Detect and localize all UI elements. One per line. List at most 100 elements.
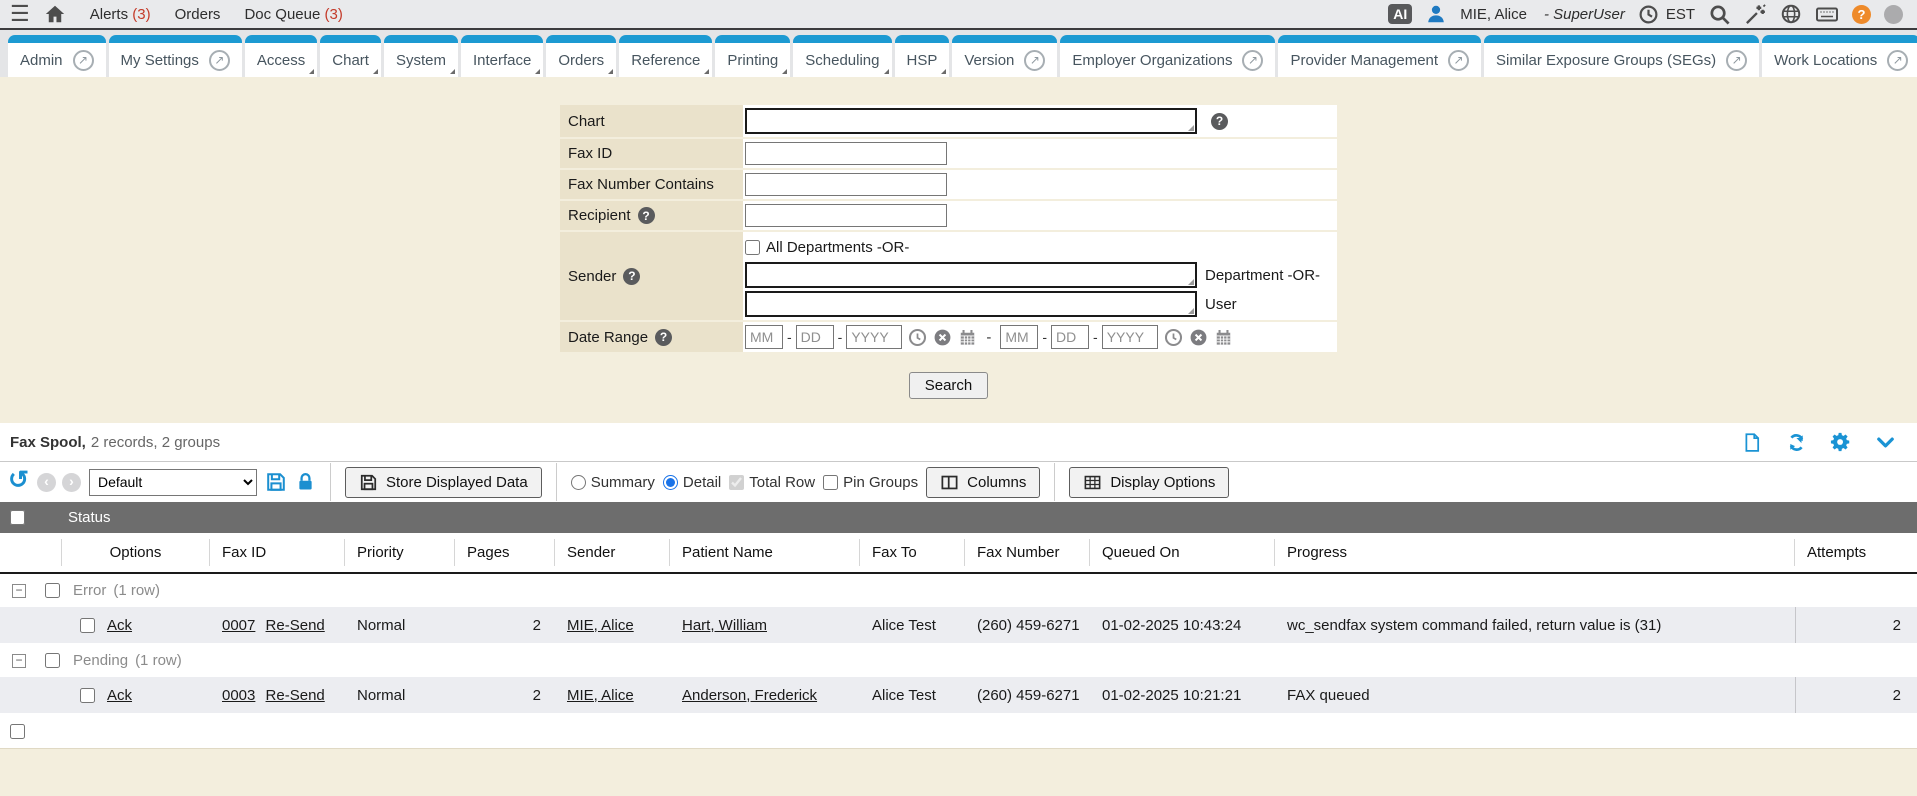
header-fax-number[interactable]: Fax Number bbox=[965, 539, 1090, 566]
tab-employer-organizations[interactable]: Employer Organizations↗ bbox=[1060, 35, 1275, 77]
tab-interface[interactable]: Interface bbox=[461, 35, 543, 77]
external-link-icon[interactable]: ↗ bbox=[73, 50, 94, 71]
end-day-input[interactable] bbox=[1051, 325, 1089, 349]
collapse-group-icon[interactable]: − bbox=[12, 654, 26, 668]
resend-link[interactable]: Re-Send bbox=[266, 617, 325, 634]
saved-view-select[interactable]: Default bbox=[89, 469, 257, 496]
summary-radio[interactable] bbox=[571, 475, 586, 490]
header-options[interactable]: Options bbox=[62, 539, 210, 566]
header-pages[interactable]: Pages bbox=[455, 539, 555, 566]
header-queued-on[interactable]: Queued On bbox=[1090, 539, 1275, 566]
sender-help-icon[interactable]: ? bbox=[623, 268, 640, 285]
header-fax-id[interactable]: Fax ID bbox=[210, 539, 345, 566]
next-view-icon[interactable]: › bbox=[62, 473, 81, 492]
start-month-input[interactable] bbox=[745, 325, 783, 349]
pin-groups-option[interactable]: Pin Groups bbox=[823, 474, 918, 491]
tab-printing[interactable]: Printing bbox=[715, 35, 790, 77]
end-year-input[interactable] bbox=[1102, 325, 1158, 349]
menu-item-orders[interactable]: Orders bbox=[175, 6, 221, 23]
tab-system[interactable]: System bbox=[384, 35, 458, 77]
date-range-help-icon[interactable]: ? bbox=[655, 329, 672, 346]
chart-input[interactable] bbox=[745, 108, 1197, 134]
start-time-icon[interactable] bbox=[908, 328, 927, 347]
start-year-input[interactable] bbox=[846, 325, 902, 349]
pin-groups-checkbox[interactable] bbox=[823, 475, 838, 490]
external-link-icon[interactable]: ↗ bbox=[1448, 50, 1469, 71]
external-link-icon[interactable]: ↗ bbox=[1242, 50, 1263, 71]
save-view-icon[interactable] bbox=[265, 471, 287, 493]
tab-chart[interactable]: Chart bbox=[320, 35, 381, 77]
group-select-checkbox[interactable] bbox=[45, 653, 60, 668]
previous-view-icon[interactable]: ‹ bbox=[37, 473, 56, 492]
settings-gear-icon[interactable] bbox=[1830, 431, 1852, 453]
ack-link[interactable]: Ack bbox=[107, 687, 132, 704]
footer-select-checkbox[interactable] bbox=[10, 724, 25, 739]
export-document-icon[interactable] bbox=[1742, 431, 1763, 454]
group-select-checkbox[interactable] bbox=[45, 583, 60, 598]
recipient-help-icon[interactable]: ? bbox=[638, 207, 655, 224]
store-displayed-data-button[interactable]: Store Displayed Data bbox=[345, 467, 542, 498]
tab-hsp[interactable]: HSP bbox=[895, 35, 950, 77]
external-link-icon[interactable]: ↗ bbox=[209, 50, 230, 71]
tab-orders[interactable]: Orders bbox=[546, 35, 616, 77]
tab-access[interactable]: Access bbox=[245, 35, 317, 77]
header-fax-to[interactable]: Fax To bbox=[860, 539, 965, 566]
external-link-icon[interactable]: ↗ bbox=[1024, 50, 1045, 71]
header-progress[interactable]: Progress bbox=[1275, 539, 1795, 566]
total-row-option[interactable]: Total Row bbox=[729, 474, 815, 491]
lock-view-icon[interactable] bbox=[295, 471, 316, 493]
collapse-panel-icon[interactable] bbox=[1874, 431, 1897, 454]
start-day-input[interactable] bbox=[796, 325, 834, 349]
tab-my-settings[interactable]: My Settings↗ bbox=[109, 35, 242, 77]
user-icon[interactable] bbox=[1425, 3, 1447, 25]
end-clear-icon[interactable] bbox=[1189, 328, 1208, 347]
tab-admin[interactable]: Admin↗ bbox=[8, 35, 106, 77]
sender-user-input[interactable] bbox=[745, 291, 1197, 317]
detail-radio[interactable] bbox=[663, 475, 678, 490]
globe-icon[interactable] bbox=[1780, 3, 1802, 25]
display-options-button[interactable]: Display Options bbox=[1069, 467, 1229, 498]
help-icon[interactable]: ? bbox=[1852, 5, 1871, 24]
tab-scheduling[interactable]: Scheduling bbox=[793, 35, 891, 77]
tab-reference[interactable]: Reference bbox=[619, 35, 712, 77]
menu-item-alerts[interactable]: Alerts (3) bbox=[90, 6, 151, 23]
start-clear-icon[interactable] bbox=[933, 328, 952, 347]
header-priority[interactable]: Priority bbox=[345, 539, 455, 566]
tab-provider-management[interactable]: Provider Management↗ bbox=[1278, 35, 1481, 77]
recipient-input[interactable] bbox=[745, 204, 947, 227]
user-name[interactable]: MIE, Alice bbox=[1460, 6, 1527, 23]
external-link-icon[interactable]: ↗ bbox=[1887, 50, 1908, 71]
start-calendar-icon[interactable] bbox=[958, 328, 977, 347]
avatar[interactable] bbox=[1884, 5, 1903, 24]
summary-radio-option[interactable]: Summary bbox=[571, 474, 655, 491]
end-calendar-icon[interactable] bbox=[1214, 328, 1233, 347]
sender-link[interactable]: MIE, Alice bbox=[567, 687, 634, 704]
header-sender[interactable]: Sender bbox=[555, 539, 670, 566]
menu-item-doc-queue[interactable]: Doc Queue (3) bbox=[244, 6, 342, 23]
header-attempts[interactable]: Attempts bbox=[1795, 539, 1917, 566]
patient-link[interactable]: Anderson, Frederick bbox=[682, 687, 817, 704]
end-month-input[interactable] bbox=[1000, 325, 1038, 349]
search-button[interactable]: Search bbox=[909, 372, 989, 399]
total-row-checkbox[interactable] bbox=[729, 475, 744, 490]
search-icon[interactable] bbox=[1708, 3, 1731, 26]
sender-link[interactable]: MIE, Alice bbox=[567, 617, 634, 634]
select-all-checkbox[interactable] bbox=[10, 510, 25, 525]
fax-id-input[interactable] bbox=[745, 142, 947, 165]
fax-number-contains-input[interactable] bbox=[745, 173, 947, 196]
reset-view-icon[interactable]: ↺ bbox=[8, 468, 29, 493]
row-select-checkbox[interactable] bbox=[80, 688, 95, 703]
tab-work-locations[interactable]: Work Locations↗ bbox=[1762, 35, 1917, 77]
end-time-icon[interactable] bbox=[1164, 328, 1183, 347]
refresh-icon[interactable] bbox=[1785, 431, 1808, 454]
wand-icon[interactable] bbox=[1744, 3, 1767, 26]
chart-help-icon[interactable]: ? bbox=[1211, 113, 1228, 130]
home-icon[interactable] bbox=[44, 3, 66, 25]
external-link-icon[interactable]: ↗ bbox=[1726, 50, 1747, 71]
fax-id-link[interactable]: 0007 bbox=[222, 617, 255, 634]
clock-icon[interactable] bbox=[1638, 4, 1659, 25]
row-select-checkbox[interactable] bbox=[80, 618, 95, 633]
tab-version[interactable]: Version↗ bbox=[952, 35, 1057, 77]
keyboard-icon[interactable] bbox=[1815, 2, 1839, 26]
resend-link[interactable]: Re-Send bbox=[266, 687, 325, 704]
